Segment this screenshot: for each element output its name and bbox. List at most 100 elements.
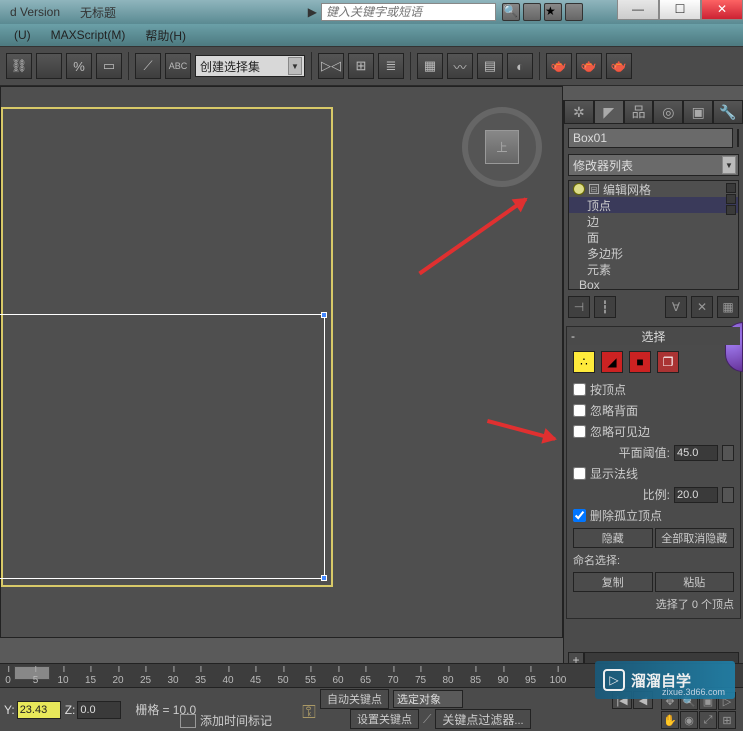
mirror-icon[interactable]: ▷◁ [318,53,344,79]
schematic-icon[interactable]: ▤ [477,53,503,79]
subobj-polygon-button[interactable]: ■ [629,351,651,373]
graph-editors-icon[interactable]: ▦ [417,53,443,79]
search-chevron-icon[interactable]: ▶ [308,5,317,19]
scale-spinner[interactable] [674,487,718,503]
subobj-vertex-button[interactable]: ∴ [573,351,595,373]
show-normals-checkbox[interactable]: 显示法线 [573,465,734,482]
selection-lock-icon[interactable]: ⟋ [135,53,161,79]
maximize-viewport-icon[interactable]: ⊞ [718,711,736,729]
spinner-buttons[interactable] [722,445,734,461]
search-icon[interactable]: 🔍 [502,3,520,21]
orbit-icon[interactable]: ◉ [680,711,698,729]
add-time-tag-label[interactable]: 添加时间标记 [200,712,272,729]
stack-scroll-icon[interactable] [726,205,736,215]
key-icon[interactable]: ⚿ [298,701,320,723]
y-coord-field[interactable] [17,701,61,719]
ignore-visible-edges-checkbox[interactable]: 忽略可见边 [573,423,734,440]
subobj-element-button[interactable]: ❐ [657,351,679,373]
show-end-result-icon[interactable]: ┇ [594,296,616,318]
object-name-input[interactable] [568,128,733,148]
vertex-handle[interactable] [321,312,327,318]
delete-isolated-checkbox[interactable]: 删除孤立顶点 [573,507,734,524]
stack-subitem-vertex[interactable]: 顶点 [569,197,738,213]
collapse-icon[interactable]: ⊟ [589,184,599,194]
stack-subitem-face[interactable]: 面 [569,229,738,245]
stack-subitem-edge[interactable]: 边 [569,213,738,229]
material-editor-icon[interactable]: ◐ [507,53,533,79]
dropdown-arrow-icon[interactable] [288,57,302,75]
pin-stack-icon[interactable]: ⊣ [568,296,590,318]
menu-u[interactable]: (U) [4,28,41,42]
by-vertex-checkbox[interactable]: 按顶点 [573,381,734,398]
modifier-stack[interactable]: ⊟ 编辑网格 顶点 边 面 多边形 元素 Box [568,180,739,290]
render-icon[interactable]: 🫖 [606,53,632,79]
spinner-buttons[interactable] [722,487,734,503]
stack-scroll-icon[interactable] [726,183,736,193]
named-selection-dropdown[interactable]: 创建选择集 [195,55,305,77]
collapse-icon[interactable]: - [571,329,575,343]
ignore-backfacing-checkbox[interactable]: 忽略背面 [573,402,734,419]
named-sel-label: 命名选择: [573,552,734,568]
stack-scroll-icon[interactable] [726,194,736,204]
set-key-button[interactable]: 设置关键点 [350,709,419,729]
key-filters-button[interactable]: 关键点过滤器... [435,709,530,729]
time-tag-icon[interactable] [180,714,196,728]
copy-button[interactable]: 复制 [573,572,653,592]
favorites-icon[interactable]: ★ [544,3,562,21]
menu-maxscript[interactable]: MAXScript(M) [41,28,136,42]
walk-icon[interactable]: ⤢ [699,711,717,729]
object-color-swatch[interactable] [737,129,739,147]
vertex-handle[interactable] [321,575,327,581]
menu-help[interactable]: 帮助(H) [135,27,196,44]
configure-sets-icon[interactable]: ▦ [717,296,739,318]
communication-icon[interactable] [523,3,541,21]
subobj-face-button[interactable]: ◢ [601,351,623,373]
tab-hierarchy[interactable]: 品 [624,100,654,124]
stack-item-base[interactable]: Box [569,277,738,293]
unlink-icon[interactable] [36,53,62,79]
group-icon[interactable]: ▭ [96,53,122,79]
box-geometry[interactable] [0,314,325,579]
rollout-header[interactable]: - 选择 [567,327,740,345]
link-icon[interactable]: ⛓ [6,53,32,79]
pan-view-icon[interactable]: ✋ [661,711,679,729]
planar-thresh-spinner[interactable] [674,445,718,461]
unhide-all-button[interactable]: 全部取消隐藏 [655,528,735,548]
curve-editor-icon[interactable]: 〰 [447,53,473,79]
key-filter-icon[interactable]: ⟋ [423,712,431,727]
key-target-dropdown[interactable]: 选定对象 [393,690,463,708]
maximize-button[interactable]: ☐ [659,0,701,20]
render-frame-icon[interactable]: 🫖 [576,53,602,79]
modifier-list-dropdown[interactable]: 修改器列表 [568,154,739,176]
stack-subitem-polygon[interactable]: 多边形 [569,245,738,261]
close-button[interactable]: ✕ [701,0,743,20]
make-unique-icon[interactable]: ∀ [665,296,687,318]
layers-icon[interactable]: ≣ [378,53,404,79]
tab-motion[interactable]: ◎ [653,100,683,124]
remove-modifier-icon[interactable]: ✕ [691,296,713,318]
align-icon[interactable]: ⊞ [348,53,374,79]
stack-subitem-element[interactable]: 元素 [569,261,738,277]
tab-display[interactable]: ▣ [683,100,713,124]
auto-key-button[interactable]: 自动关键点 [320,689,389,709]
bind-icon[interactable]: % [66,53,92,79]
tab-modify[interactable]: ◤ [594,100,624,124]
edit-named-sel-icon[interactable]: ABC [165,53,191,79]
bulb-icon[interactable] [573,183,585,195]
view-cube-face[interactable]: 上 [485,130,519,164]
z-coord-field[interactable] [77,701,121,719]
view-cube[interactable]: 上 [462,107,542,187]
timeline-tick: 5 [33,675,39,686]
render-setup-icon[interactable]: 🫖 [546,53,572,79]
timeline-tick: 60 [332,675,343,686]
tab-utilities[interactable]: 🔧 [713,100,743,124]
help-icon[interactable] [565,3,583,21]
hide-button[interactable]: 隐藏 [573,528,653,548]
minimize-button[interactable]: — [617,0,659,20]
stack-item-edit-mesh[interactable]: ⊟ 编辑网格 [569,181,738,197]
paste-button[interactable]: 粘贴 [655,572,735,592]
search-input[interactable] [321,3,496,21]
active-viewport[interactable] [1,107,333,587]
dropdown-arrow-icon[interactable] [722,156,736,174]
tab-create[interactable]: ✲ [564,100,594,124]
